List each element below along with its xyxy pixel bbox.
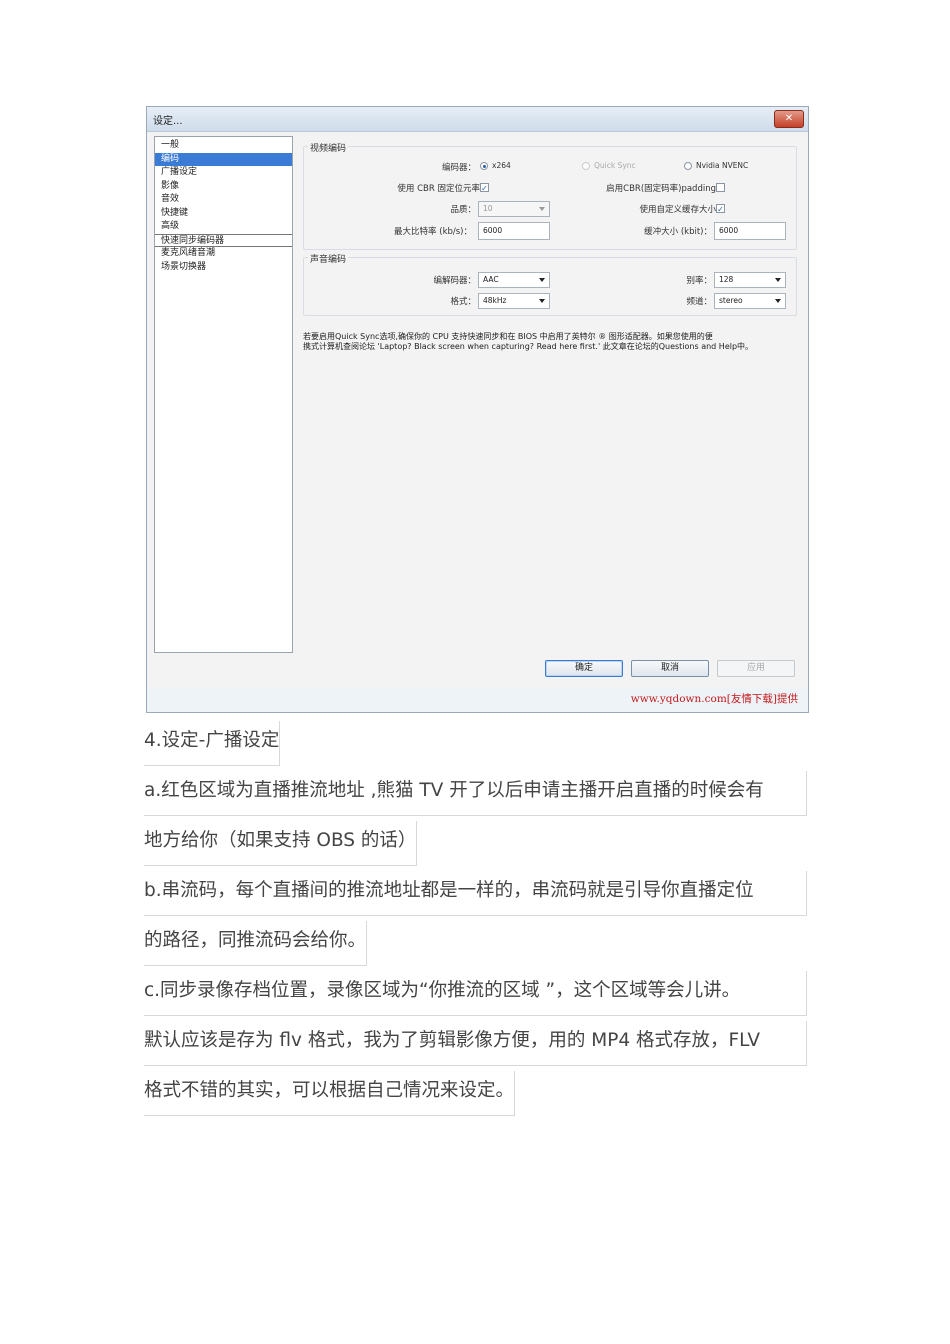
- cbr-padding-checkbox[interactable]: [716, 183, 725, 192]
- para-c-line1: c.同步录像存档位置，录像区域为“你推流的区域 ”，这个区域等会儿讲。: [144, 971, 807, 1016]
- custom-buffer-checkbox[interactable]: ✓: [716, 204, 725, 214]
- sidebar-item-mic-noise[interactable]: 麦克风绪音潮: [155, 247, 292, 261]
- radio-icon: [582, 162, 590, 170]
- buffer-size-input[interactable]: 6000: [714, 222, 786, 240]
- settings-sidebar: 一般 编码 广播设定 影像 音效 快捷键 高级 快速同步编码器 麦克风绪音潮 场…: [154, 136, 293, 653]
- para-c-line2: 默认应该是存为 flv 格式，我为了剪辑影像方便，用的 MP4 格式存放，FLV: [144, 1021, 807, 1066]
- encoder-option-quicksync[interactable]: Quick Sync: [582, 161, 636, 170]
- chevron-down-icon: [775, 278, 781, 282]
- chevron-down-icon: [775, 299, 781, 303]
- cbr-padding-label: 启用CBR(固定码率)padding: [606, 184, 716, 194]
- format-select[interactable]: 48kHz: [478, 293, 550, 309]
- encoder-option-nvenc[interactable]: Nvidia NVENC: [684, 161, 748, 170]
- sidebar-item-video[interactable]: 影像: [155, 180, 292, 194]
- sidebar-item-quicksync[interactable]: 快速同步编码器: [155, 233, 292, 247]
- chevron-down-icon: [539, 207, 545, 211]
- sidebar-item-scene-switcher[interactable]: 场景切换器: [155, 261, 292, 275]
- ok-button[interactable]: 确定: [545, 660, 623, 677]
- close-icon[interactable]: ✕: [774, 110, 804, 128]
- dialog-titlebar: 设定... ✕: [147, 107, 808, 132]
- para-a-line1: a.红色区域为直播推流地址 ,熊猫 TV 开了以后申请主播开启直播的时候会有: [144, 771, 807, 816]
- settings-dialog: 设定... ✕ 一般 编码 广播设定 影像 音效 快捷键 高级 快速同步编码器 …: [146, 106, 809, 713]
- radio-icon: [480, 162, 488, 170]
- para-a-line2: 地方给你（如果支持 OBS 的话）: [144, 821, 418, 866]
- encoding-panel: 视频编码 编码器： x264 Quick Sync Nvidia NVENC 使…: [299, 136, 801, 680]
- quality-select[interactable]: 10: [478, 201, 550, 217]
- audio-bitrate-label: 别率：: [686, 276, 712, 286]
- codec-label: 编解码器：: [433, 276, 476, 286]
- chevron-down-icon: [539, 278, 545, 282]
- audio-bitrate-select[interactable]: 128: [714, 272, 786, 288]
- quality-label: 品质：: [450, 205, 476, 215]
- dialog-title: 设定...: [153, 116, 183, 127]
- para-b-line1: b.串流码，每个直播间的推流地址都是一样的，串流码就是引导你直播定位: [144, 871, 807, 916]
- section-heading: 4.设定-广播设定: [144, 721, 281, 766]
- max-bitrate-input[interactable]: 6000: [478, 222, 550, 240]
- custom-buffer-label: 使用自定义缓存大小: [639, 205, 716, 215]
- cancel-button[interactable]: 取消: [631, 660, 709, 677]
- sidebar-item-broadcast[interactable]: 广播设定: [155, 166, 292, 180]
- audio-encoding-title: 声音编码: [308, 252, 349, 265]
- video-encoding-group: 视频编码 编码器： x264 Quick Sync Nvidia NVENC 使…: [303, 141, 797, 250]
- chevron-down-icon: [539, 299, 545, 303]
- buffer-size-label: 缓冲大小 (kbit)：: [644, 227, 712, 237]
- sidebar-item-advanced[interactable]: 高级: [155, 220, 292, 234]
- encoder-label: 编码器：: [441, 163, 476, 173]
- video-encoding-title: 视频编码: [308, 141, 349, 154]
- channel-label: 频道：: [686, 297, 712, 307]
- cbr-label: 使用 CBR 固定位元率: [397, 184, 480, 194]
- codec-select[interactable]: AAC: [478, 272, 550, 288]
- cbr-checkbox[interactable]: ✓: [480, 183, 489, 193]
- para-b-line2: 的路径，同推流码会给你。: [144, 921, 368, 966]
- quicksync-note: 若要启用Quick Sync选项,确保你的 CPU 支持快速同步和在 BIOS …: [303, 332, 754, 351]
- channel-select[interactable]: stereo: [714, 293, 786, 309]
- apply-button[interactable]: 应用: [717, 660, 795, 677]
- sidebar-item-general[interactable]: 一般: [155, 139, 292, 153]
- audio-encoding-group: 声音编码 编解码器： AAC 别率： 128 格式： 48kHz 频道： ste…: [303, 252, 797, 316]
- max-bitrate-label: 最大比特率 (kb/s)：: [394, 227, 472, 237]
- sidebar-item-encoding[interactable]: 编码: [155, 152, 292, 166]
- encoder-option-x264[interactable]: x264: [480, 161, 511, 170]
- watermark: www.yqdown.com[友情下载]提供: [630, 693, 798, 705]
- radio-icon: [684, 162, 692, 170]
- format-label: 格式：: [450, 297, 476, 307]
- para-c-line3: 格式不错的其实，可以根据自己情况来设定。: [144, 1071, 516, 1116]
- dialog-client: 一般 编码 广播设定 影像 音效 快捷键 高级 快速同步编码器 麦克风绪音潮 场…: [148, 132, 807, 688]
- sidebar-item-audio[interactable]: 音效: [155, 193, 292, 207]
- sidebar-item-hotkeys[interactable]: 快捷键: [155, 207, 292, 221]
